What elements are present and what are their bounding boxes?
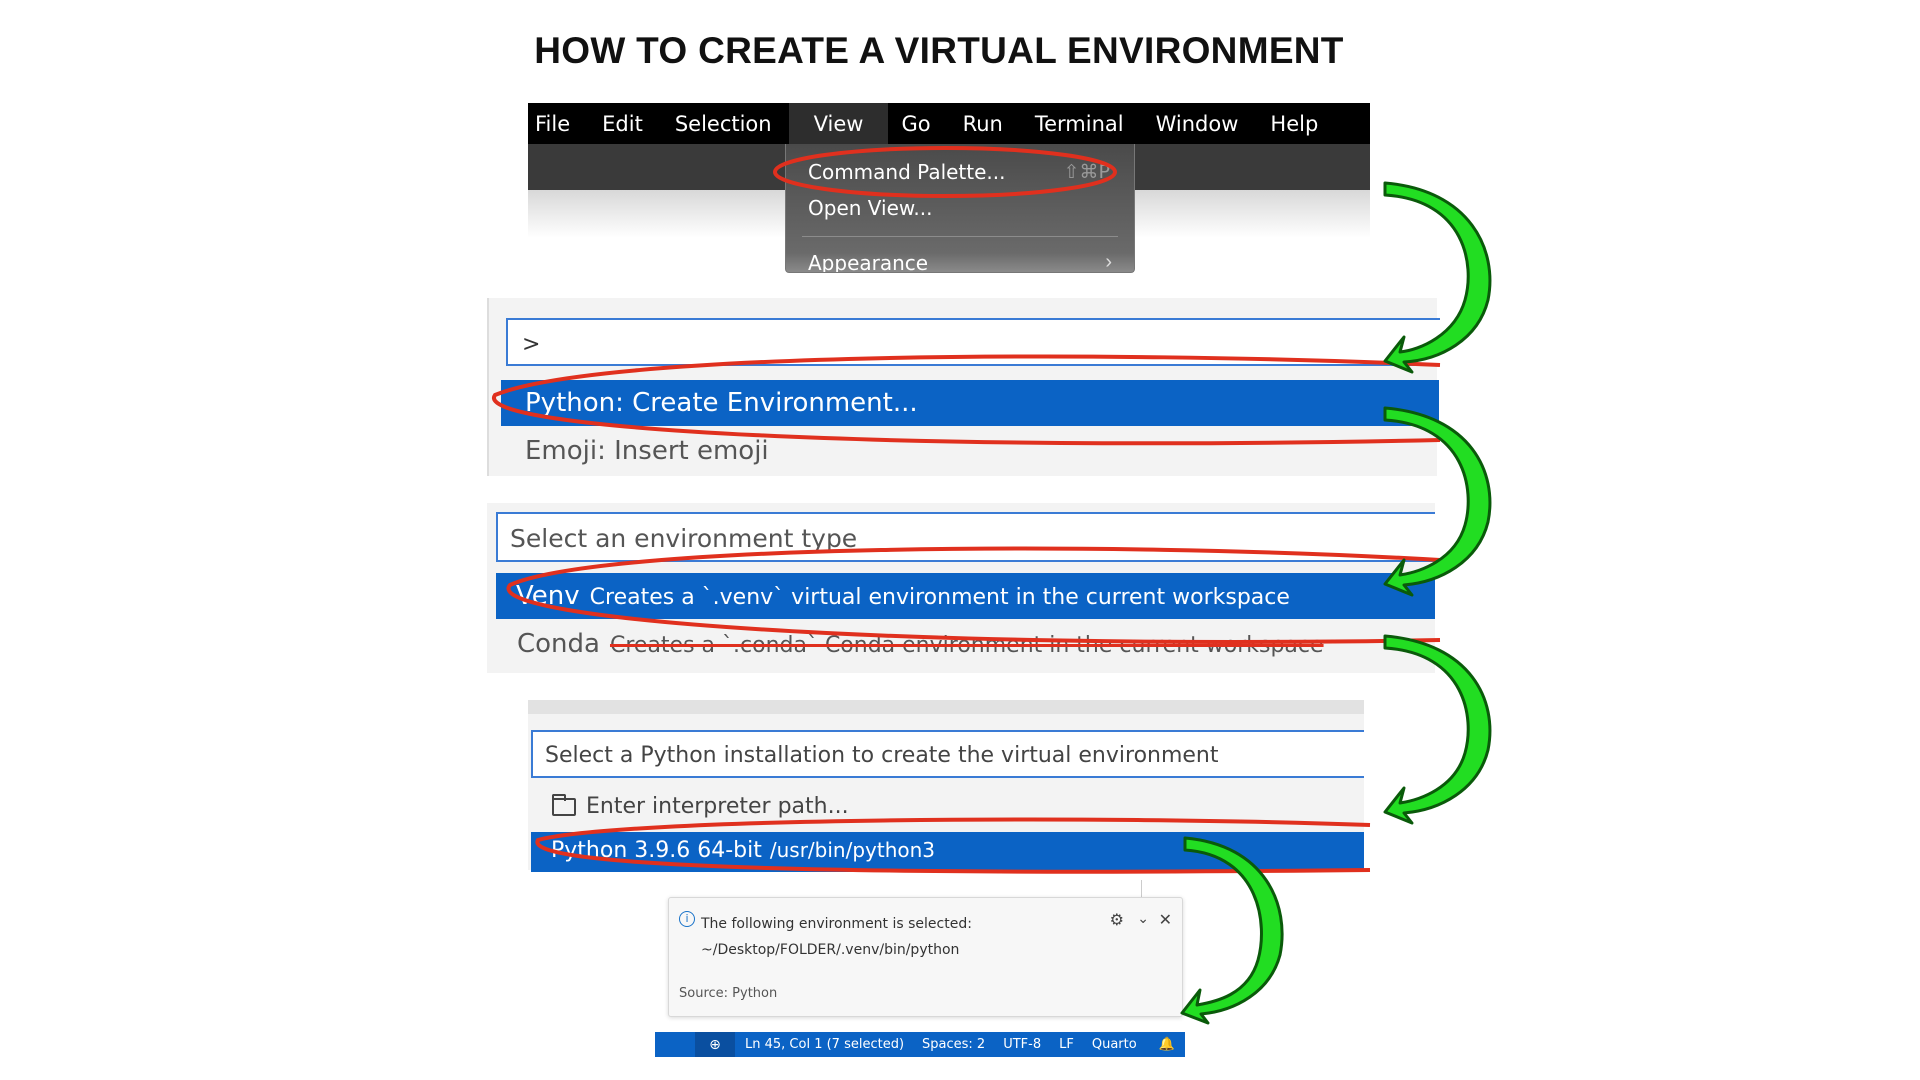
- menu-separator: [802, 236, 1118, 237]
- status-eol[interactable]: LF: [1059, 1037, 1074, 1052]
- venv-option-name: Venv: [516, 581, 580, 611]
- environment-type-panel: Select an environment type Venv Creates a…: [487, 503, 1435, 673]
- menu-run[interactable]: Run: [956, 103, 1012, 144]
- enter-interpreter-path-label: Enter interpreter path...: [586, 794, 849, 819]
- interpreter-panel: Select a Python installation to create t…: [528, 700, 1364, 872]
- chevron-down-icon[interactable]: ⌄: [1137, 911, 1149, 927]
- interpreter-input[interactable]: Select a Python installation to create t…: [531, 730, 1364, 778]
- command-palette-input[interactable]: >: [506, 318, 1440, 366]
- view-menu-dropdown: Command Palette... ⇧⌘P Open View... Appe…: [785, 144, 1135, 273]
- gear-icon[interactable]: ⚙: [1110, 910, 1124, 929]
- venv-option[interactable]: Venv Creates a `.venv` virtual environmen…: [496, 573, 1435, 619]
- menu-window[interactable]: Window: [1149, 103, 1248, 144]
- notification-message: The following environment is selected: ~…: [701, 911, 972, 963]
- editor-divider: [1141, 880, 1142, 898]
- notification-line-1: The following environment is selected:: [701, 916, 972, 932]
- menu-edit[interactable]: Edit: [595, 103, 652, 144]
- environment-selected-notification: i The following environment is selected:…: [668, 897, 1183, 1017]
- menu-go[interactable]: Go: [894, 103, 939, 144]
- status-language[interactable]: Quarto: [1092, 1037, 1137, 1052]
- command-palette-menu-item[interactable]: Command Palette...: [808, 160, 1006, 184]
- insert-emoji-item[interactable]: Emoji: Insert emoji: [525, 436, 769, 466]
- folder-icon: [552, 793, 576, 816]
- status-encoding[interactable]: UTF-8: [1003, 1037, 1041, 1052]
- menu-help[interactable]: Help: [1263, 103, 1327, 144]
- python-interpreter-name: Python 3.9.6 64-bit: [551, 838, 762, 863]
- close-icon[interactable]: ✕: [1159, 910, 1172, 929]
- menu-bar: File Edit Selection View Go Run Terminal…: [528, 103, 1370, 144]
- command-palette-panel: > Python: Create Environment... Emoji: I…: [487, 298, 1440, 476]
- python-interpreter-option[interactable]: Python 3.9.6 64-bit/usr/bin/python3: [531, 832, 1364, 872]
- bell-icon[interactable]: 🔔: [1159, 1037, 1175, 1052]
- enter-interpreter-path-item[interactable]: Enter interpreter path...: [552, 793, 849, 819]
- environment-type-input[interactable]: Select an environment type: [496, 512, 1435, 562]
- status-indentation[interactable]: Spaces: 2: [922, 1037, 985, 1052]
- venv-option-description: Creates a `.venv` virtual environment in…: [589, 585, 1290, 610]
- zoom-icon[interactable]: ⊕: [695, 1032, 735, 1057]
- menu-selection[interactable]: Selection: [668, 103, 781, 144]
- panel-top-strip: [528, 700, 1364, 714]
- notification-source: Source: Python: [679, 986, 778, 1001]
- page-title: HOW TO CREATE A VIRTUAL ENVIRONMENT: [534, 30, 1344, 71]
- conda-option[interactable]: Conda Creates a `.conda` Conda environmen…: [517, 629, 1324, 659]
- conda-option-description: Creates a `.conda` Conda environment in …: [609, 633, 1324, 658]
- menu-view[interactable]: View: [788, 103, 889, 144]
- create-environment-item[interactable]: Python: Create Environment...: [501, 380, 1439, 426]
- menu-file[interactable]: File: [528, 103, 579, 144]
- status-cursor-position[interactable]: Ln 45, Col 1 (7 selected): [745, 1037, 904, 1052]
- open-view-menu-item[interactable]: Open View...: [808, 196, 932, 220]
- python-interpreter-path: /usr/bin/python3: [769, 838, 936, 862]
- status-bar: ⊕ Ln 45, Col 1 (7 selected) Spaces: 2 UT…: [655, 1032, 1185, 1057]
- notification-line-2: ~/Desktop/FOLDER/.venv/bin/python: [701, 942, 960, 958]
- chevron-right-icon: ›: [1105, 251, 1112, 273]
- menu-terminal[interactable]: Terminal: [1028, 103, 1133, 144]
- appearance-menu-item[interactable]: Appearance: [808, 251, 928, 272]
- info-icon: i: [679, 911, 695, 927]
- command-palette-shortcut: ⇧⌘P: [1063, 161, 1110, 183]
- conda-option-name: Conda: [517, 629, 600, 659]
